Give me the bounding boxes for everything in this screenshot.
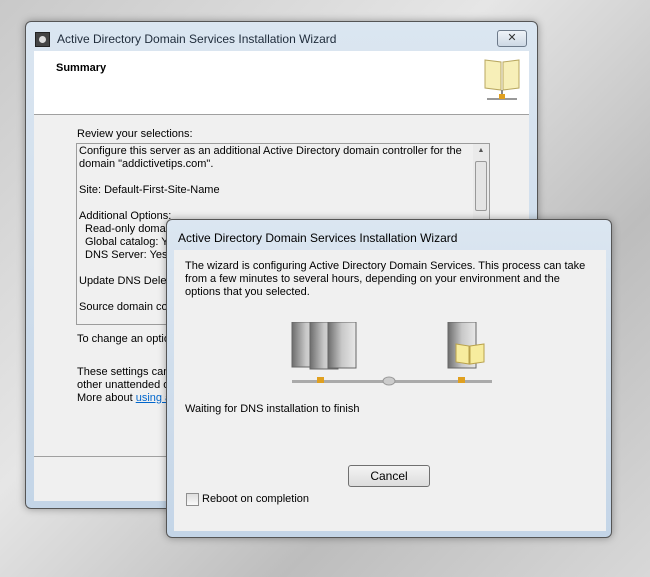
- status-text: Waiting for DNS installation to finish: [185, 403, 360, 415]
- summary-line: Site: Default-First-Site-Name: [79, 184, 220, 196]
- description-text: The wizard is configuring Active Directo…: [185, 260, 586, 298]
- reboot-label[interactable]: Reboot on completion: [202, 493, 309, 505]
- target-server-icon: [447, 322, 485, 369]
- window-title: Active Directory Domain Services Install…: [57, 32, 337, 46]
- more-about-text: More about: [77, 392, 136, 404]
- close-button[interactable]: ✕: [497, 30, 527, 47]
- change-option-text: To change an optio: [77, 333, 170, 345]
- summary-line: Configure this server as an additional A…: [79, 145, 462, 157]
- progress-dialog: Active Directory Domain Services Install…: [166, 219, 612, 538]
- wizard-header: Summary: [34, 51, 529, 115]
- dialog-title: Active Directory Domain Services Install…: [178, 231, 458, 245]
- settings-text-2: other unattended o: [77, 379, 170, 391]
- server-replication-illustration: [291, 322, 492, 386]
- dialog-body: The wizard is configuring Active Directo…: [174, 250, 606, 531]
- settings-text-1: These settings can: [77, 366, 170, 378]
- cancel-button[interactable]: Cancel: [348, 465, 430, 487]
- summary-line: domain "addictivetips.com".: [79, 158, 214, 170]
- page-title: Summary: [56, 62, 107, 74]
- review-label: Review your selections:: [77, 128, 193, 140]
- book-network-icon: [484, 59, 520, 100]
- source-servers-icon: [291, 322, 357, 370]
- wizard-app-icon: [35, 32, 50, 47]
- reboot-checkbox[interactable]: [186, 493, 199, 506]
